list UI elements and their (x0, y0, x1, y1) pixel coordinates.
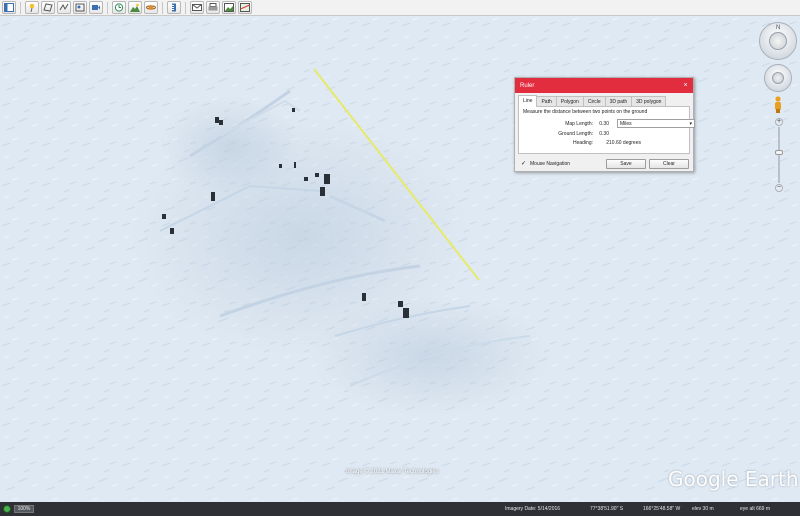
ruler-line-panel: Measure the distance between two points … (518, 107, 695, 154)
sidebar-icon (4, 3, 14, 12)
toolbar-separator (162, 1, 163, 14)
save-image-button[interactable] (222, 1, 236, 14)
planet-icon (146, 5, 156, 10)
email-button[interactable] (190, 1, 204, 14)
map-length-row: Map Length: 0.30 Miles ▾ (523, 119, 695, 128)
add-polygon-button[interactable] (41, 1, 55, 14)
north-label: N (776, 25, 781, 31)
imagery-copyright: Image © 2021 Maxar Technologies (346, 469, 439, 475)
heading-label: Heading: (572, 140, 593, 146)
envelope-icon (192, 4, 202, 11)
tab-3d-polygon[interactable]: 3D polygon (631, 96, 667, 106)
ruler-footer: ✓ Mouse Navigation Save Clear (518, 158, 690, 170)
record-tour-icon (92, 5, 100, 10)
save-image-icon (224, 3, 234, 12)
tab-polygon[interactable]: Polygon (555, 96, 584, 106)
record-tour-button[interactable] (89, 1, 103, 14)
print-button[interactable] (206, 1, 220, 14)
tab-3d-path[interactable]: 3D path (604, 96, 633, 106)
path-icon (59, 3, 69, 11)
ruler-description: Measure the distance between two points … (523, 109, 648, 115)
zoom-knob[interactable] (775, 150, 783, 155)
eye-altitude-readout: eye alt 669 m (740, 506, 771, 512)
map-icon (240, 3, 250, 12)
zoom-track-line (778, 127, 780, 183)
longitude-readout: 166°25'48.58" W (643, 506, 681, 512)
tab-path[interactable]: Path (536, 96, 557, 106)
streaming-percent: 100% (14, 505, 34, 513)
globe-status-icon (3, 505, 11, 513)
ruler-icon (172, 3, 176, 12)
ruler-dialog: Ruler × Line Path Polygon Circle 3D path… (514, 77, 695, 172)
chevron-down-icon: ▾ (689, 121, 692, 127)
toolbar-separator (20, 1, 21, 14)
sunlight-button[interactable] (128, 1, 142, 14)
add-placemark-button[interactable] (25, 1, 39, 14)
save-button[interactable]: Save (606, 159, 646, 169)
toolbar-separator (107, 1, 108, 14)
map-length-value: 0.30 (599, 121, 609, 127)
planets-button[interactable] (144, 1, 158, 14)
ruler-title: Ruler (520, 82, 535, 89)
historical-imagery-button[interactable] (112, 1, 126, 14)
move-joystick[interactable] (772, 72, 784, 84)
view-in-maps-button[interactable] (238, 1, 252, 14)
heading-value: 210.60 degrees (606, 140, 641, 146)
look-around-control[interactable]: N (759, 22, 797, 60)
ruler-button[interactable] (167, 1, 181, 14)
polygon-icon (43, 3, 53, 12)
printer-icon (208, 3, 218, 11)
tab-circle[interactable]: Circle (582, 96, 606, 106)
pegman-icon[interactable] (772, 96, 784, 114)
zoom-in-button[interactable]: + (775, 118, 783, 126)
add-path-button[interactable] (57, 1, 71, 14)
imagery-date: Imagery Date: 5/14/2016 (505, 506, 561, 512)
heading-row: Heading: 210.60 degrees (523, 138, 689, 147)
mouse-navigation-label: Mouse Navigation (530, 161, 571, 167)
unit-select-value: Miles (620, 121, 632, 127)
status-bar: 100% Imagery Date: 5/14/2016 77°38'51.90… (0, 502, 800, 516)
sidebar-toggle-button[interactable] (2, 1, 16, 14)
zoom-slider[interactable]: + − (775, 118, 783, 192)
elevation-readout: elev 30 m (692, 506, 714, 512)
latitude-readout: 77°38'51.90" S (590, 506, 624, 512)
zoom-out-button[interactable]: − (775, 184, 783, 192)
ruler-tabs: Line Path Polygon Circle 3D path 3D poly… (518, 95, 690, 107)
sun-landscape-icon (130, 3, 140, 12)
toolbar (0, 0, 800, 16)
look-joystick[interactable] (769, 32, 787, 50)
ground-length-value: 0.30 (599, 131, 609, 137)
map-length-label: Map Length: (565, 121, 593, 127)
tab-line[interactable]: Line (518, 95, 538, 107)
ground-length-label: Ground Length: (558, 131, 593, 137)
toolbar-separator (185, 1, 186, 14)
clear-button[interactable]: Clear (649, 159, 689, 169)
close-icon[interactable]: × (681, 81, 690, 90)
add-image-overlay-button[interactable] (73, 1, 87, 14)
pushpin-icon (29, 3, 35, 12)
unit-select[interactable]: Miles ▾ (617, 119, 695, 128)
ruler-titlebar[interactable]: Ruler × (515, 78, 693, 93)
move-control[interactable] (764, 64, 792, 92)
clock-icon (114, 3, 124, 12)
google-earth-logo: Google Earth (668, 467, 799, 491)
image-overlay-icon (75, 3, 85, 12)
mouse-navigation-checkbox[interactable]: ✓ (521, 161, 527, 167)
ground-length-row: Ground Length: 0.30 (523, 129, 689, 138)
